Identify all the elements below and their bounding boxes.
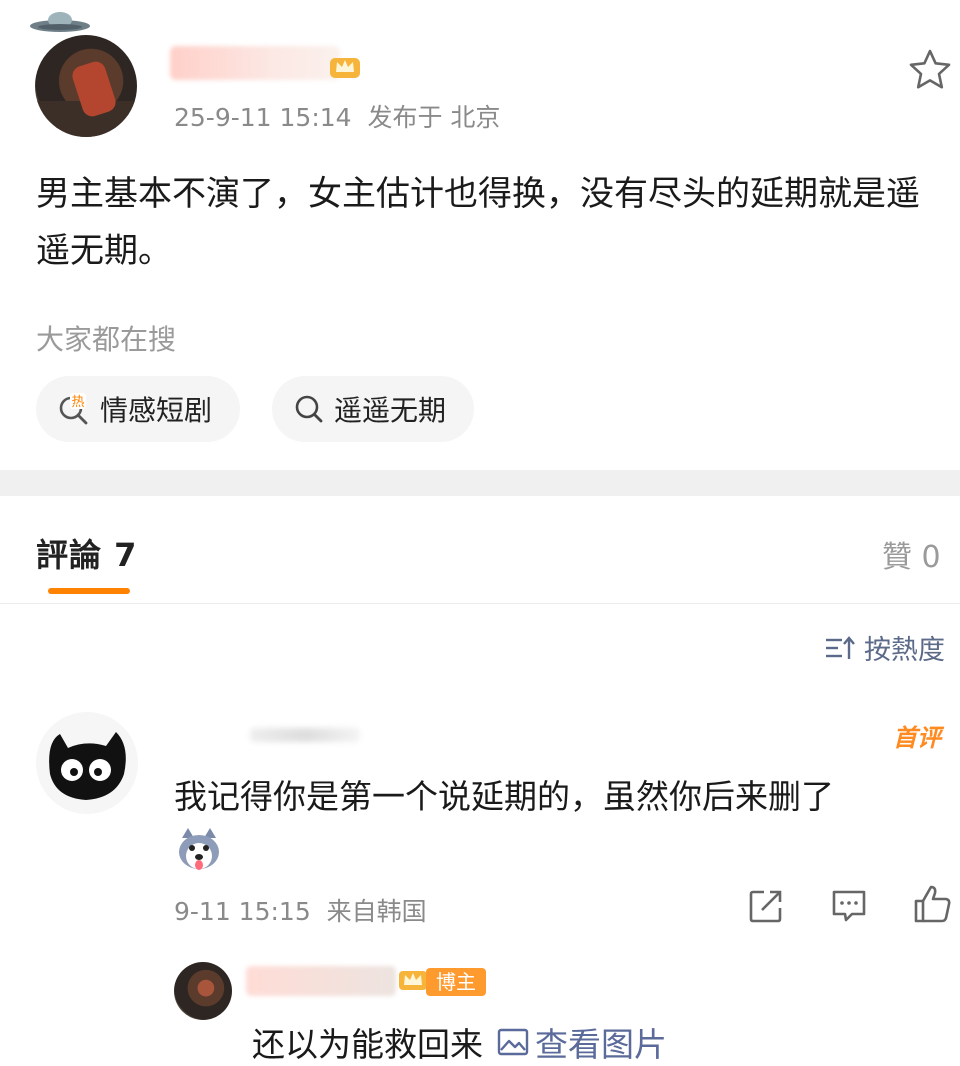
comment-source: 来自韩国 xyxy=(326,897,427,926)
active-tab-indicator xyxy=(48,588,130,594)
first-comment-badge: 首评 xyxy=(893,724,941,752)
reply-text: 还以为能救回来 xyxy=(252,1025,483,1064)
vip-crown-icon xyxy=(330,58,360,78)
chip-label: 情感短剧 xyxy=(100,394,213,427)
chip-label: 遥遥无期 xyxy=(334,394,447,427)
divider xyxy=(0,603,960,604)
search-chip-emotion-drama[interactable]: 热 情感短剧 xyxy=(36,376,241,442)
section-divider xyxy=(0,470,960,496)
image-icon xyxy=(497,1028,529,1056)
like-icon[interactable] xyxy=(912,884,952,924)
hot-badge: 热 xyxy=(71,395,84,410)
commenter-name-blurred[interactable] xyxy=(250,728,360,742)
tab-likes[interactable]: 贊 0 xyxy=(882,532,941,576)
share-icon[interactable] xyxy=(748,888,784,924)
post-location: 发布于 北京 xyxy=(367,103,501,132)
vip-crown-icon xyxy=(399,971,427,990)
comment-text: 我记得你是第一个说延期的，虽然你后来删了 xyxy=(174,777,834,816)
comment-meta: 9-11 15:15 来自韩国 xyxy=(174,892,427,928)
view-image-link[interactable]: 查看图片 xyxy=(497,1018,667,1066)
sort-button[interactable]: 按熱度 xyxy=(824,628,945,667)
star-icon[interactable] xyxy=(908,48,952,90)
author-badge: 博主 xyxy=(426,968,486,996)
search-chip-indefinite[interactable]: 遥遥无期 xyxy=(272,376,475,442)
husky-emoji-icon xyxy=(179,828,219,870)
reply-author-name-blurred[interactable] xyxy=(246,966,396,996)
post-body-text: 男主基本不演了，女主估计也得换，没有尽头的延期就是遥遥无期。 xyxy=(36,174,920,271)
post-time: 25-9-11 15:14 xyxy=(174,103,352,132)
author-avatar[interactable] xyxy=(35,35,137,137)
sort-icon xyxy=(826,635,855,659)
trending-search-label: 大家都在搜 xyxy=(36,323,177,356)
reply-icon[interactable] xyxy=(830,888,868,924)
hot-search-icon: 热 xyxy=(59,393,88,425)
reply-content: 还以为能救回来 查看图片 xyxy=(252,1018,667,1066)
sort-label: 按熱度 xyxy=(864,635,945,666)
commenter-avatar[interactable] xyxy=(36,712,138,814)
search-icon xyxy=(295,395,323,423)
tab-comments[interactable]: 評論 7 xyxy=(36,530,137,576)
comment-time: 9-11 15:15 xyxy=(174,897,311,926)
view-image-label: 查看图片 xyxy=(535,1025,667,1064)
author-name-blurred[interactable] xyxy=(170,46,340,80)
reply-author-avatar[interactable] xyxy=(174,962,232,1020)
ufo-pendant-icon xyxy=(30,12,90,32)
post-meta: 25-9-11 15:14 发布于 北京 xyxy=(174,98,500,134)
